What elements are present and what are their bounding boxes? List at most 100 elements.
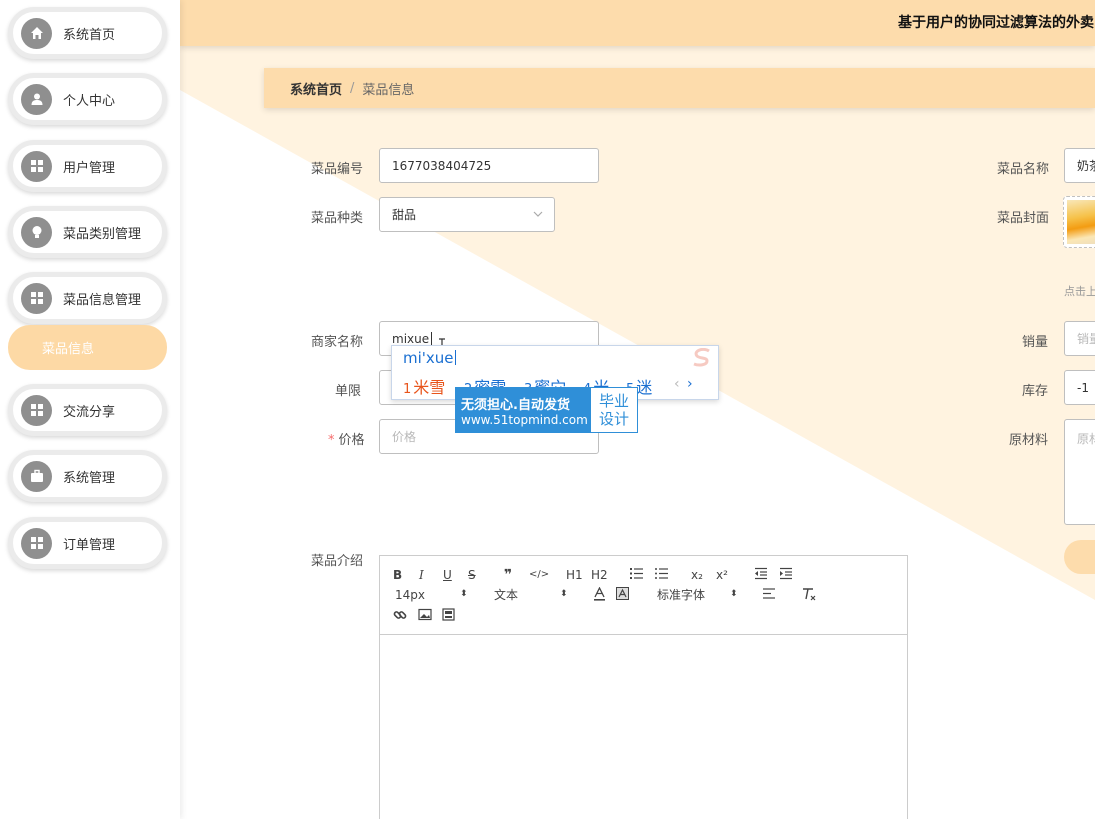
italic-button[interactable]: I bbox=[419, 567, 424, 583]
blockquote-button[interactable]: ❞ bbox=[504, 567, 512, 583]
code-block-button[interactable]: </> bbox=[529, 567, 549, 583]
sidebar-item-dish-info[interactable]: 菜品信息管理 bbox=[8, 272, 167, 324]
sidebar-item-label: 系统首页 bbox=[63, 27, 116, 43]
bulb-icon bbox=[21, 216, 52, 248]
grid-icon bbox=[21, 527, 52, 559]
submit-button[interactable] bbox=[1064, 540, 1095, 574]
dish-name-label: 菜品名称 bbox=[997, 162, 1050, 177]
ime-prev-page[interactable]: ‹ bbox=[674, 376, 680, 392]
superscript-button[interactable]: x² bbox=[716, 567, 728, 583]
select-arrows-icon: ⬍ bbox=[460, 589, 468, 599]
price-label-text: 价格 bbox=[338, 433, 365, 448]
header2-button[interactable]: H2 bbox=[591, 567, 608, 583]
breadcrumb-separator: / bbox=[350, 80, 355, 96]
indent-icon[interactable] bbox=[779, 567, 793, 583]
background-color-icon[interactable] bbox=[616, 587, 629, 603]
header1-button[interactable]: H1 bbox=[566, 567, 583, 583]
sidebar-item-label: 交流分享 bbox=[63, 404, 116, 420]
sidebar: 系统首页 个人中心 用户管理 菜品类别管理 菜品信息管理 菜品信息 交流分享 系… bbox=[0, 0, 180, 819]
sidebar-item-label: 菜品类别管理 bbox=[63, 226, 142, 242]
dish-intro-label: 菜品介绍 bbox=[311, 554, 364, 569]
ordered-list-icon[interactable] bbox=[629, 567, 644, 583]
watermark-overlay: 无须担心.自动发货 www.51topmind.com 毕业 设计 bbox=[455, 387, 638, 433]
watermark-url: www.51topmind.com bbox=[461, 412, 588, 427]
watermark-text: 无须担心.自动发货 bbox=[461, 397, 570, 413]
watermark-text: 设计 bbox=[598, 410, 629, 428]
outdent-icon[interactable] bbox=[754, 567, 768, 583]
price-label: * 价格 bbox=[328, 429, 365, 448]
text-caret bbox=[431, 331, 433, 346]
editor-toolbar: B I U S ❞ </> H1 H2 x₂ x² 14px ⬍ 文本 ⬍ 标准… bbox=[380, 556, 907, 635]
sales-label: 销量 bbox=[1022, 335, 1049, 350]
ime-next-page[interactable]: › bbox=[687, 376, 693, 392]
sidebar-item-label: 个人中心 bbox=[63, 93, 116, 109]
video-icon[interactable] bbox=[442, 608, 455, 624]
sidebar-item-label: 订单管理 bbox=[63, 537, 116, 553]
dish-code-label: 菜品编号 bbox=[311, 162, 364, 177]
merchant-value: mixue bbox=[392, 331, 430, 346]
ime-candidate[interactable]: 1 米雪 bbox=[403, 374, 445, 398]
editor-content-area[interactable] bbox=[380, 635, 907, 819]
stock-label: 库存 bbox=[1022, 384, 1049, 399]
user-icon bbox=[21, 83, 52, 115]
select-arrows-icon: ⬍ bbox=[560, 589, 568, 599]
sidebar-item-users[interactable]: 用户管理 bbox=[8, 140, 167, 192]
breadcrumb-home[interactable]: 系统首页 bbox=[290, 79, 342, 98]
bullet-list-icon[interactable] bbox=[654, 567, 669, 583]
clear-format-icon[interactable] bbox=[801, 587, 816, 603]
watermark-right: 毕业 设计 bbox=[591, 388, 637, 432]
sidebar-item-system[interactable]: 系统管理 bbox=[8, 450, 167, 502]
breadcrumb-current: 菜品信息 bbox=[362, 82, 415, 98]
image-icon[interactable] bbox=[418, 608, 432, 624]
upload-hint: 点击上传 bbox=[1064, 285, 1095, 298]
stock-input[interactable]: -1 bbox=[1064, 370, 1095, 405]
breadcrumb: 系统首页 / 菜品信息 bbox=[264, 68, 1095, 108]
briefcase-icon bbox=[21, 460, 52, 492]
bold-button[interactable]: B bbox=[393, 567, 402, 583]
dish-cover-upload[interactable] bbox=[1063, 196, 1095, 248]
sidebar-item-label: 菜品信息管理 bbox=[63, 292, 142, 308]
select-arrows-icon: ⬍ bbox=[730, 589, 738, 599]
subscript-button[interactable]: x₂ bbox=[691, 567, 703, 583]
merchant-label: 商家名称 bbox=[311, 335, 364, 350]
ime-logo-icon bbox=[689, 347, 715, 368]
text-type-select[interactable]: 文本 bbox=[494, 587, 518, 603]
watermark-left: 无须担心.自动发货 www.51topmind.com bbox=[456, 388, 591, 432]
chevron-down-icon bbox=[532, 208, 544, 223]
sidebar-item-dish-category[interactable]: 菜品类别管理 bbox=[8, 206, 167, 258]
link-icon[interactable] bbox=[393, 608, 407, 624]
sidebar-item-share[interactable]: 交流分享 bbox=[8, 384, 167, 436]
font-family-select[interactable]: 标准字体 bbox=[657, 587, 705, 603]
ime-pinyin: mi'xue bbox=[403, 349, 456, 367]
font-size-select[interactable]: 14px bbox=[395, 587, 425, 603]
grid-icon bbox=[21, 394, 52, 426]
dish-category-select[interactable]: 甜品 bbox=[379, 197, 555, 232]
dish-category-label: 菜品种类 bbox=[311, 211, 364, 226]
align-left-icon[interactable] bbox=[762, 587, 776, 603]
grid-icon bbox=[21, 150, 52, 182]
required-mark: * bbox=[328, 433, 335, 448]
limit-label: 单限 bbox=[335, 384, 362, 399]
sidebar-item-label: 用户管理 bbox=[63, 160, 116, 176]
dish-name-input[interactable]: 奶茶 bbox=[1064, 148, 1095, 183]
strike-button[interactable]: S bbox=[468, 567, 476, 583]
dish-cover-thumbnail bbox=[1067, 200, 1095, 244]
app-title: 基于用户的协同过滤算法的外卖 bbox=[898, 15, 1094, 31]
font-color-icon[interactable] bbox=[593, 586, 606, 603]
dish-category-value: 甜品 bbox=[392, 208, 417, 222]
sidebar-item-home[interactable]: 系统首页 bbox=[8, 7, 167, 59]
underline-button[interactable]: U bbox=[443, 567, 452, 583]
sidebar-subitem-dish-info[interactable]: 菜品信息 bbox=[8, 325, 167, 370]
home-icon bbox=[21, 17, 52, 49]
sidebar-item-label: 系统管理 bbox=[63, 470, 116, 486]
watermark-text: 毕业 bbox=[598, 392, 629, 410]
grid-icon bbox=[21, 282, 52, 314]
ingredients-label: 原材料 bbox=[1009, 433, 1049, 448]
dish-code-input[interactable]: 1677038404725 bbox=[379, 148, 599, 183]
sidebar-item-orders[interactable]: 订单管理 bbox=[8, 517, 167, 569]
sales-input[interactable]: 销量 bbox=[1064, 321, 1095, 356]
ingredients-textarea[interactable]: 原材料 bbox=[1064, 419, 1095, 525]
sidebar-item-profile[interactable]: 个人中心 bbox=[8, 73, 167, 125]
dish-cover-label: 菜品封面 bbox=[997, 211, 1050, 226]
rich-text-editor: B I U S ❞ </> H1 H2 x₂ x² 14px ⬍ 文本 ⬍ 标准… bbox=[379, 555, 908, 819]
